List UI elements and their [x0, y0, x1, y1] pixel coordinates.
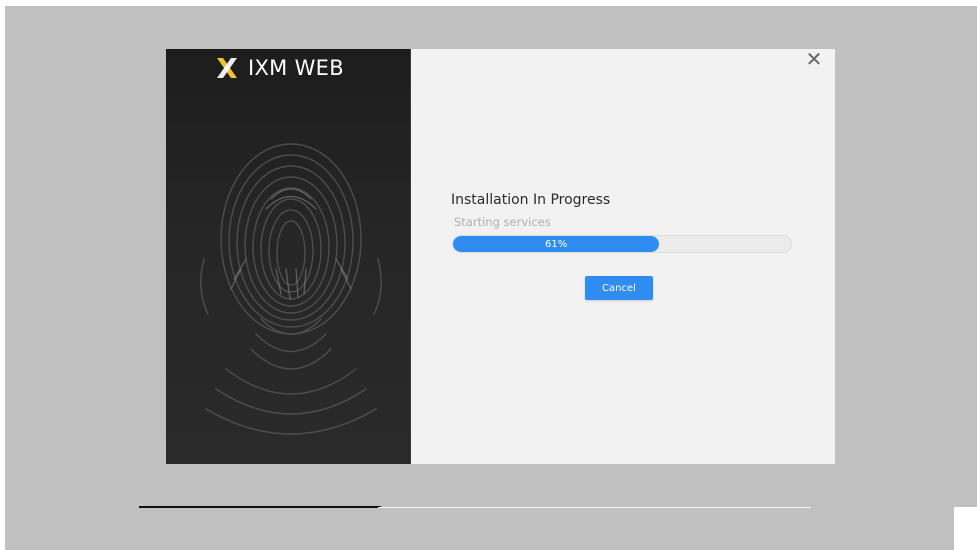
ixm-logo-icon: [217, 58, 237, 78]
install-status: Starting services: [454, 215, 551, 229]
corner-patch: [954, 507, 977, 550]
wizard-step-progress-done: [139, 506, 381, 508]
installer-dialog: IXM WEB ✕ Installation In Progress Start…: [166, 49, 835, 464]
branding-panel: IXM WEB: [166, 49, 410, 464]
close-icon[interactable]: ✕: [804, 49, 824, 69]
wizard-step-progress-remaining: [378, 507, 811, 508]
fingerprint-face-icon: [200, 143, 382, 435]
cancel-button[interactable]: Cancel: [585, 276, 653, 300]
brand-logo: IXM WEB: [214, 53, 344, 83]
panel-divider: [410, 49, 411, 464]
brand-name: IXM WEB: [248, 56, 344, 80]
install-progress-bar: 61%: [452, 235, 792, 253]
progress-percent: 61%: [544, 238, 568, 250]
install-title: Installation In Progress: [451, 192, 611, 208]
